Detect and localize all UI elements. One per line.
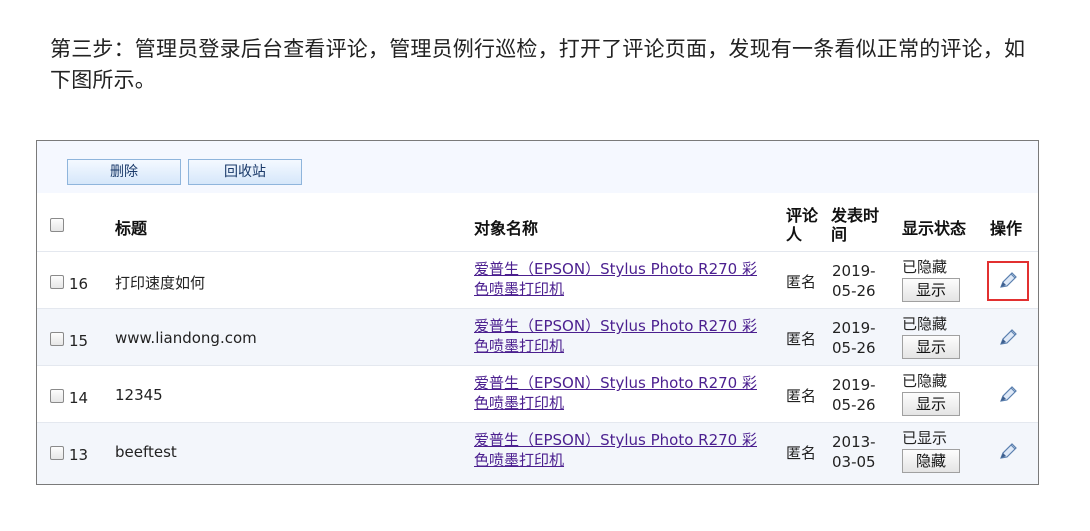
table-header: 标题 对象名称 评论 人 发表时 间 显示状态 操作	[37, 193, 1038, 251]
select-all-checkbox[interactable]	[50, 218, 64, 232]
row-commenter: 匿名	[786, 444, 817, 462]
row-title: 12345	[115, 386, 163, 404]
row-title: www.liandong.com	[115, 329, 257, 347]
table-row: 13 beeftest 爱普生（EPSON）Stylus Photo R270 …	[37, 422, 1038, 484]
object-link-line1[interactable]: 爱普生（EPSON）Stylus Photo R270 彩	[474, 374, 757, 393]
header-publish-time-2: 间	[831, 225, 848, 244]
object-link-line2[interactable]: 色喷墨打印机	[474, 280, 564, 299]
row-date-line2: 05-26	[832, 339, 876, 357]
comments-panel: 删除 回收站 标题 对象名称 评论 人 发表时 间 显示状态 操作 16 打印速…	[36, 140, 1039, 485]
row-date-line1: 2013-	[832, 433, 876, 451]
pencil-edit-icon[interactable]	[997, 441, 1019, 463]
row-status: 已显示	[902, 429, 948, 447]
row-date-line1: 2019-	[832, 262, 876, 280]
header-commenter-1: 评论	[786, 206, 819, 225]
header-commenter-2: 人	[786, 225, 803, 244]
header-display-status: 显示状态	[902, 219, 967, 238]
row-checkbox[interactable]	[50, 389, 64, 403]
object-link-line1[interactable]: 爱普生（EPSON）Stylus Photo R270 彩	[474, 317, 757, 336]
object-link-line2[interactable]: 色喷墨打印机	[474, 451, 564, 470]
row-commenter: 匿名	[786, 330, 817, 348]
pencil-edit-icon[interactable]	[997, 270, 1019, 292]
row-title: 打印速度如何	[115, 274, 206, 292]
delete-button[interactable]: 删除	[67, 159, 181, 185]
row-date-line2: 05-26	[832, 396, 876, 414]
table-row: 16 打印速度如何 爱普生（EPSON）Stylus Photo R270 彩 …	[37, 251, 1038, 308]
row-id: 13	[69, 446, 89, 464]
row-status: 已隐藏	[902, 258, 948, 276]
hide-button[interactable]: 隐藏	[902, 449, 960, 473]
row-id: 15	[69, 332, 89, 350]
table-row: 15 www.liandong.com 爱普生（EPSON）Stylus Pho…	[37, 308, 1038, 365]
header-object-name: 对象名称	[474, 219, 539, 238]
row-title: beeftest	[115, 443, 177, 461]
row-status: 已隐藏	[902, 372, 948, 390]
row-id: 16	[69, 275, 89, 293]
header-publish-time-1: 发表时	[831, 206, 880, 225]
pencil-edit-icon[interactable]	[997, 384, 1019, 406]
row-date-line2: 03-05	[832, 453, 876, 471]
row-status: 已隐藏	[902, 315, 948, 333]
object-link-line2[interactable]: 色喷墨打印机	[474, 337, 564, 356]
show-button[interactable]: 显示	[902, 278, 960, 302]
pencil-edit-icon[interactable]	[997, 327, 1019, 349]
row-date-line2: 05-26	[832, 282, 876, 300]
row-commenter: 匿名	[786, 387, 817, 405]
row-date-line1: 2019-	[832, 376, 876, 394]
object-link-line1[interactable]: 爱普生（EPSON）Stylus Photo R270 彩	[474, 260, 757, 279]
show-button[interactable]: 显示	[902, 392, 960, 416]
show-button[interactable]: 显示	[902, 335, 960, 359]
row-id: 14	[69, 389, 89, 407]
object-link-line2[interactable]: 色喷墨打印机	[474, 394, 564, 413]
object-link-line1[interactable]: 爱普生（EPSON）Stylus Photo R270 彩	[474, 431, 757, 450]
table-row: 14 12345 爱普生（EPSON）Stylus Photo R270 彩 色…	[37, 365, 1038, 422]
intro-text: 第三步：管理员登录后台查看评论，管理员例行巡检，打开了评论页面，发现有一条看似正…	[50, 37, 1026, 92]
row-date-line1: 2019-	[832, 319, 876, 337]
header-title: 标题	[115, 219, 148, 238]
recycle-bin-button[interactable]: 回收站	[188, 159, 302, 185]
toolbar: 删除 回收站	[37, 141, 1038, 193]
row-checkbox[interactable]	[50, 275, 64, 289]
header-action: 操作	[990, 219, 1023, 238]
row-checkbox[interactable]	[50, 446, 64, 460]
row-checkbox[interactable]	[50, 332, 64, 346]
row-commenter: 匿名	[786, 273, 817, 291]
